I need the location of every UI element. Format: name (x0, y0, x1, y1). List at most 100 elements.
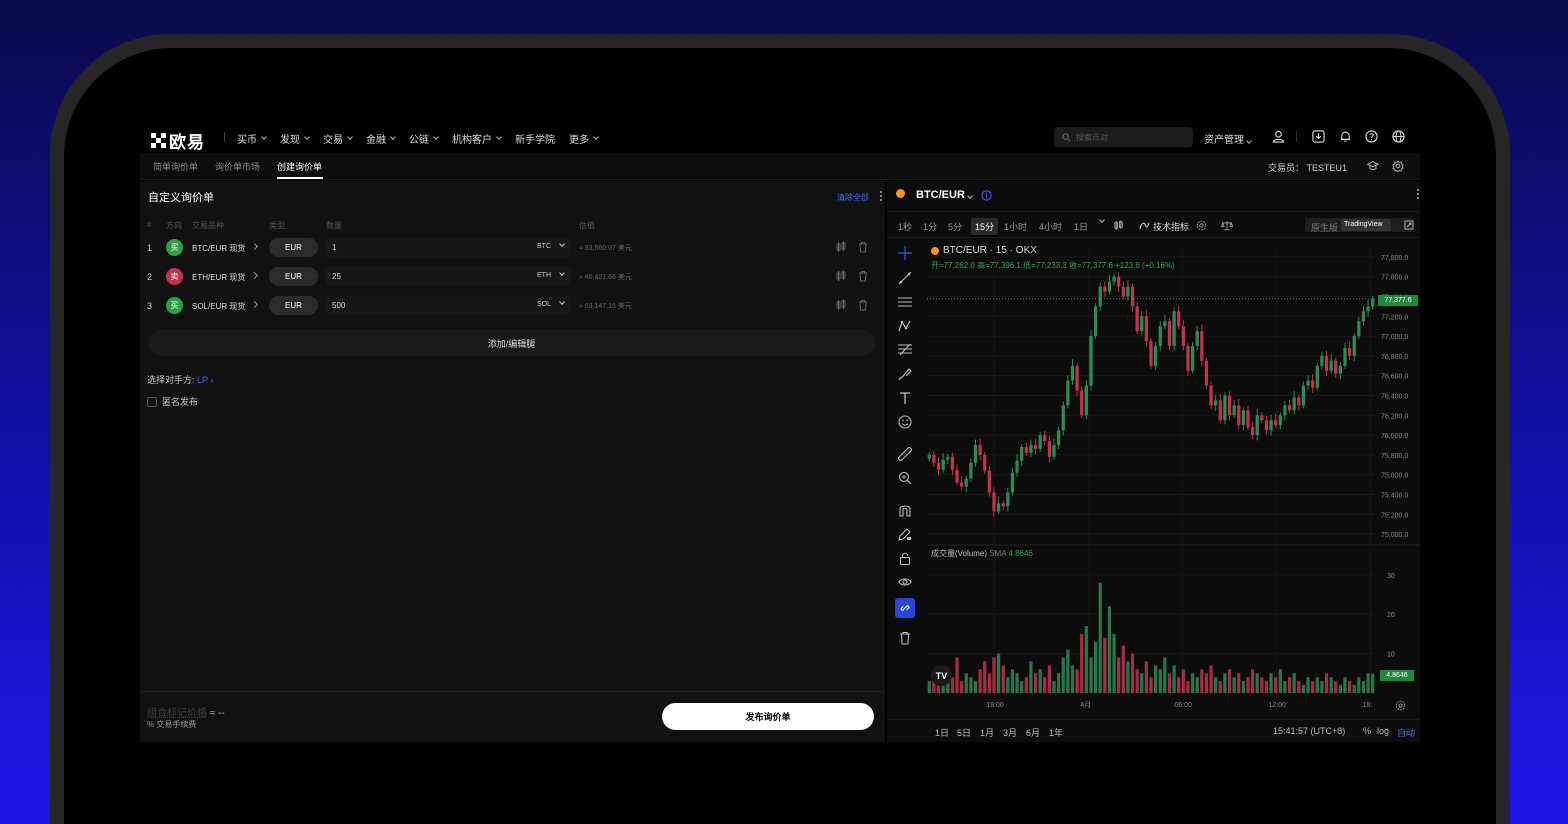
timeframe-5m[interactable]: 5分 (948, 220, 962, 233)
trendline-tool-icon[interactable] (897, 270, 913, 286)
range-1d[interactable]: 1日 (935, 726, 949, 739)
menu-more[interactable]: 更多 (569, 131, 599, 146)
asset-management-menu[interactable]: 资产管理 (1204, 131, 1252, 146)
info-icon[interactable] (981, 190, 992, 201)
download-icon[interactable] (1311, 129, 1325, 143)
quantity-unit[interactable]: SOL (537, 301, 551, 308)
pencil-lock-icon[interactable] (897, 526, 913, 542)
side-badge-buy[interactable]: 买 (166, 297, 183, 314)
pair-selector[interactable]: BTC/EUR (916, 189, 973, 201)
anonymous-checkbox[interactable] (147, 396, 157, 407)
candlestick-icon[interactable] (835, 299, 847, 311)
quantity-field[interactable]: 500 SOL (325, 296, 571, 315)
timeframe-4h[interactable]: 4小时 (1039, 220, 1062, 233)
chevron-right-icon[interactable] (250, 271, 259, 280)
ruler-tool-icon[interactable] (897, 446, 913, 462)
counterparty-selector[interactable]: 选择对手方: LP › (147, 373, 213, 386)
text-tool-icon[interactable] (897, 390, 913, 406)
pattern-tool-icon[interactable] (897, 318, 913, 334)
okx-logo[interactable]: 欧易 (151, 128, 205, 153)
menu-chain[interactable]: 公链 (409, 131, 439, 146)
leg-instrument[interactable]: BTC/EUR 现货 (192, 243, 245, 254)
side-badge-sell[interactable]: 卖 (166, 268, 183, 285)
chevron-down-icon[interactable] (559, 241, 565, 247)
help-icon[interactable] (1364, 129, 1378, 143)
lock-icon[interactable] (897, 550, 913, 566)
settings-icon[interactable] (1392, 160, 1406, 174)
eye-icon[interactable] (897, 574, 913, 590)
range-5d[interactable]: 5日 (957, 726, 971, 739)
zoom-in-icon[interactable] (897, 470, 913, 486)
more-vertical-icon[interactable] (1417, 189, 1420, 199)
chevron-down-icon[interactable] (559, 299, 565, 305)
more-vertical-icon[interactable] (880, 191, 883, 201)
add-edit-leg-button[interactable]: 添加/编辑腿 (148, 330, 875, 356)
publish-rfq-button[interactable]: 发布询价单 (662, 703, 874, 730)
tradingview-logo[interactable]: TV (931, 665, 952, 686)
mode-tradingview[interactable]: TradingView (1341, 219, 1391, 231)
chevron-right-icon[interactable] (250, 300, 259, 309)
clear-all-link[interactable]: 清除全部 (837, 192, 869, 203)
counterparty-value[interactable]: LP (197, 375, 208, 385)
menu-finance[interactable]: 金融 (366, 131, 396, 146)
log-toggle[interactable]: log (1377, 726, 1389, 736)
leg-type-pill[interactable]: EUR (269, 238, 318, 257)
trash-icon[interactable] (897, 630, 913, 646)
range-1y[interactable]: 1年 (1049, 726, 1063, 739)
globe-icon[interactable] (1391, 129, 1405, 143)
quantity-field[interactable]: 25 ETH (325, 267, 571, 286)
quantity-unit[interactable]: ETH (537, 272, 551, 279)
range-1m[interactable]: 1月 (980, 726, 994, 739)
chart-type-icon[interactable] (1113, 220, 1124, 231)
leg-instrument[interactable]: SOL/EUR 现货 (192, 301, 245, 312)
candlestick-icon[interactable] (835, 270, 847, 282)
trash-icon[interactable] (857, 299, 869, 311)
timeframe-1s[interactable]: 1秒 (898, 220, 912, 233)
chart-settings-icon[interactable] (1196, 220, 1207, 231)
tab-simple-rfq[interactable]: 简单询价单 (153, 160, 198, 173)
quantity-field[interactable]: 1 BTC (325, 238, 571, 257)
timeframe-1h[interactable]: 1小时 (1004, 220, 1027, 233)
mode-native[interactable]: 原生版 (1311, 221, 1338, 234)
chevron-down-icon[interactable] (559, 270, 565, 276)
magnet-icon[interactable] (897, 502, 913, 518)
quantity-unit[interactable]: BTC (537, 243, 551, 250)
chevron-down-icon[interactable] (1099, 217, 1105, 223)
price-chart[interactable]: 77,800.077,600.077,400.077,200.077,000.0… (923, 239, 1420, 719)
fullscreen-icon[interactable] (1404, 220, 1414, 230)
range-6m[interactable]: 6月 (1026, 726, 1040, 739)
timeframe-15m[interactable]: 15分 (971, 218, 999, 235)
menu-trade[interactable]: 交易 (323, 131, 353, 146)
menu-academy[interactable]: 新手学院 (515, 131, 555, 146)
timeframe-1d[interactable]: 1日 (1074, 220, 1088, 233)
menu-buy-crypto[interactable]: 买币 (237, 131, 267, 146)
axis-settings-icon[interactable] (1395, 700, 1406, 711)
chart-canvas[interactable]: 77,800.077,600.077,400.077,200.077,000.0… (923, 239, 1420, 719)
compare-icon[interactable] (1221, 220, 1233, 231)
trash-icon[interactable] (857, 241, 869, 253)
indicators-button[interactable]: 技术指标 (1153, 220, 1189, 233)
tab-rfq-market[interactable]: 询价单市场 (215, 160, 260, 173)
fib-tool-icon[interactable] (897, 342, 913, 358)
tab-create-rfq[interactable]: 创建询价单 (277, 160, 322, 173)
chevron-right-icon[interactable] (250, 242, 259, 251)
trash-icon[interactable] (857, 270, 869, 282)
anonymous-checkbox-row[interactable]: 匿名发布 (147, 395, 198, 408)
leg-type-pill[interactable]: EUR (269, 296, 318, 315)
range-3m[interactable]: 3月 (1003, 726, 1017, 739)
menu-institutional[interactable]: 机构客户 (452, 131, 502, 146)
horizontal-lines-tool-icon[interactable] (897, 294, 913, 310)
bell-icon[interactable] (1338, 129, 1352, 143)
side-badge-buy[interactable]: 买 (166, 239, 183, 256)
menu-discover[interactable]: 发现 (280, 131, 310, 146)
timeframe-1m[interactable]: 1分 (923, 220, 937, 233)
emoji-tool-icon[interactable] (897, 414, 913, 430)
user-icon[interactable] (1271, 129, 1285, 143)
brush-tool-icon[interactable] (897, 366, 913, 382)
auto-toggle[interactable]: 自动 (1397, 726, 1415, 739)
leg-type-pill[interactable]: EUR (269, 267, 318, 286)
leg-instrument[interactable]: ETH/EUR 现货 (192, 272, 245, 283)
crosshair-tool-icon[interactable] (897, 245, 913, 261)
percent-toggle[interactable]: % (1363, 726, 1371, 736)
link-icon[interactable] (895, 598, 915, 618)
